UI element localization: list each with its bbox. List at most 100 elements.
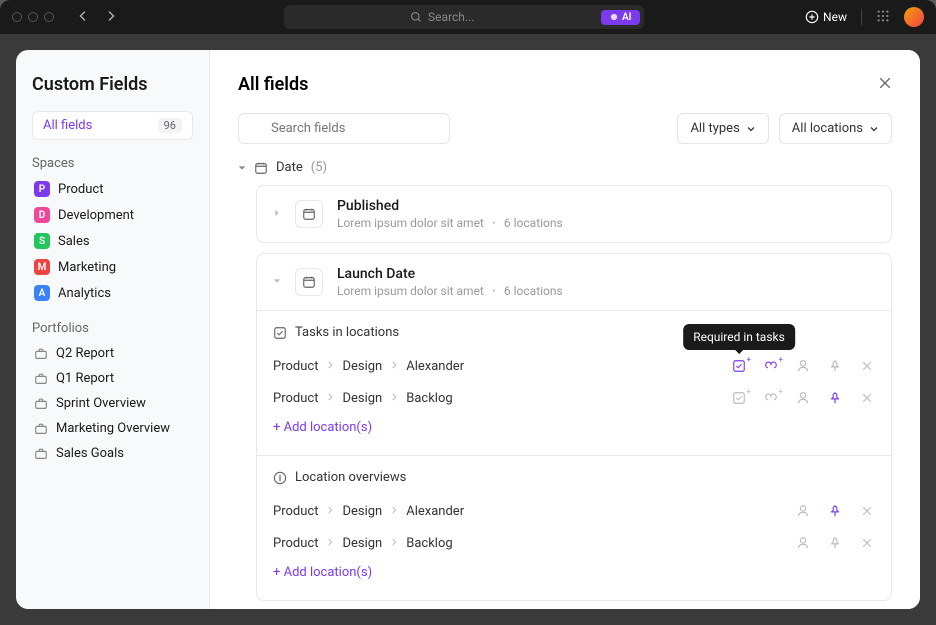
- search-placeholder: Search...: [428, 10, 474, 24]
- chevron-right-icon: [390, 506, 398, 517]
- field-name: Launch Date: [337, 266, 563, 282]
- location-row: ProductDesignAlexander: [273, 495, 875, 527]
- space-name: Development: [58, 208, 134, 223]
- group-name: Date: [276, 160, 303, 175]
- person-icon[interactable]: [795, 390, 811, 406]
- section-label: Location overviews: [295, 470, 406, 485]
- new-button[interactable]: New: [805, 10, 847, 24]
- sidebar-portfolio-item[interactable]: Sales Goals: [32, 442, 193, 465]
- plus-circle-icon: [805, 10, 819, 24]
- breadcrumb[interactable]: ProductDesignBacklog: [273, 536, 453, 551]
- chevron-right-icon: [326, 506, 334, 517]
- spaces-heading: Spaces: [32, 156, 193, 171]
- close-window-icon[interactable]: [12, 12, 22, 22]
- remove-icon[interactable]: [859, 535, 875, 551]
- remove-icon[interactable]: [859, 503, 875, 519]
- breadcrumb-segment: Design: [342, 359, 382, 374]
- briefcase-icon: [34, 447, 48, 461]
- portfolio-name: Sales Goals: [56, 446, 124, 461]
- close-button[interactable]: [878, 75, 892, 94]
- space-badge-icon: S: [34, 233, 50, 249]
- add-locations-link[interactable]: + Add location(s): [273, 559, 875, 586]
- required-in-tasks-icon[interactable]: +: [731, 390, 747, 406]
- window-controls: [12, 12, 54, 22]
- remove-icon[interactable]: [859, 390, 875, 406]
- apps-grid-icon[interactable]: [876, 8, 890, 27]
- titlebar: Search... AI New: [0, 0, 936, 34]
- briefcase-icon: [34, 372, 48, 386]
- breadcrumb[interactable]: ProductDesignBacklog: [273, 391, 453, 406]
- user-avatar[interactable]: [904, 7, 924, 27]
- breadcrumb-segment: Alexander: [406, 504, 464, 519]
- space-name: Marketing: [58, 260, 116, 275]
- field-desc: Lorem ipsum dolor sit amet: [337, 216, 484, 230]
- breadcrumb-segment: Backlog: [406, 536, 452, 551]
- nav-arrows: [72, 8, 122, 27]
- sidebar-portfolio-item[interactable]: Sprint Overview: [32, 392, 193, 415]
- sidebar-space-item[interactable]: D Development: [32, 203, 193, 227]
- chevron-right-icon: [326, 393, 334, 404]
- person-icon[interactable]: [795, 358, 811, 374]
- expand-caret[interactable]: [273, 209, 281, 220]
- sidebar-space-item[interactable]: S Sales: [32, 229, 193, 253]
- location-row: ProductDesignAlexander Required in tasks…: [273, 350, 875, 382]
- briefcase-icon: [34, 422, 48, 436]
- checkbox-icon: [273, 326, 287, 340]
- collapse-caret[interactable]: [273, 277, 281, 288]
- person-icon[interactable]: [795, 503, 811, 519]
- breadcrumb[interactable]: ProductDesignAlexander: [273, 504, 464, 519]
- field-card-launch-date: Launch Date Lorem ipsum dolor sit amet •…: [256, 253, 892, 601]
- pin-icon[interactable]: [827, 358, 843, 374]
- sidebar-title: Custom Fields: [32, 74, 193, 95]
- minimize-window-icon[interactable]: [28, 12, 38, 22]
- add-locations-link[interactable]: + Add location(s): [273, 414, 875, 441]
- person-icon[interactable]: [795, 535, 811, 551]
- maximize-window-icon[interactable]: [44, 12, 54, 22]
- space-badge-icon: D: [34, 207, 50, 223]
- breadcrumb-segment: Design: [342, 536, 382, 551]
- search-fields-input[interactable]: [238, 113, 450, 144]
- filter-types-dropdown[interactable]: All types: [677, 113, 768, 144]
- portfolio-name: Q1 Report: [56, 371, 114, 386]
- tooltip: Required in tasks: [683, 324, 795, 350]
- remove-icon[interactable]: [859, 358, 875, 374]
- sidebar-portfolio-item[interactable]: Q2 Report: [32, 342, 193, 365]
- chevron-down-icon: [869, 124, 879, 134]
- required-in-tasks-icon[interactable]: Required in tasks +: [731, 358, 747, 374]
- breadcrumb[interactable]: ProductDesignAlexander: [273, 359, 464, 374]
- pin-icon[interactable]: [827, 535, 843, 551]
- calendar-icon: [254, 161, 268, 175]
- caret-down-icon: [238, 164, 246, 172]
- sidebar-space-item[interactable]: MMarketing: [32, 255, 193, 279]
- space-badge-icon: A: [34, 285, 50, 301]
- sidebar-portfolio-item[interactable]: Marketing Overview: [32, 417, 193, 440]
- sidebar-space-item[interactable]: A Analytics: [32, 281, 193, 305]
- required-in-subtasks-icon[interactable]: +: [763, 390, 779, 406]
- field-desc: Lorem ipsum dolor sit amet: [337, 284, 484, 298]
- close-icon: [878, 76, 892, 90]
- chevron-right-icon: [326, 361, 334, 372]
- back-button[interactable]: [72, 8, 94, 27]
- group-header-date[interactable]: Date (5): [238, 160, 892, 175]
- location-row: ProductDesignBacklog + +: [273, 382, 875, 414]
- ai-badge[interactable]: AI: [601, 10, 640, 25]
- chevron-right-icon: [390, 393, 398, 404]
- sidebar-portfolio-item[interactable]: Q1 Report: [32, 367, 193, 390]
- search-icon: [410, 11, 422, 23]
- filter-locations-dropdown[interactable]: All locations: [779, 113, 892, 144]
- chevron-right-icon: [390, 538, 398, 549]
- global-search[interactable]: Search... AI: [284, 5, 644, 29]
- location-overviews: Location overviews ProductDesignAlexande…: [257, 455, 891, 600]
- forward-button[interactable]: [100, 8, 122, 27]
- calendar-icon: [295, 268, 323, 296]
- space-name: Sales: [58, 234, 90, 249]
- pin-icon[interactable]: [827, 503, 843, 519]
- breadcrumb-segment: Design: [342, 504, 382, 519]
- field-locations: 6 locations: [504, 284, 563, 298]
- info-icon: [273, 471, 287, 485]
- space-name: Analytics: [58, 286, 111, 301]
- required-in-subtasks-icon[interactable]: +: [763, 358, 779, 374]
- sidebar-all-fields[interactable]: All fields 96: [32, 111, 193, 140]
- pin-icon[interactable]: [827, 390, 843, 406]
- sidebar-space-item[interactable]: PProduct: [32, 177, 193, 201]
